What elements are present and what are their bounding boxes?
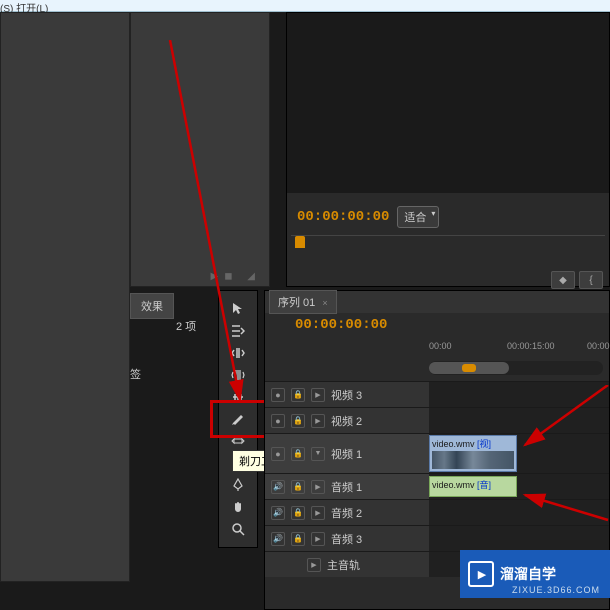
track-body[interactable] <box>429 526 609 551</box>
expand-icon[interactable] <box>311 388 325 402</box>
items-count: 2 项 <box>176 318 196 334</box>
timeline-ruler[interactable]: 00:00 00:00:15:00 00:00:30:00 <box>429 341 609 357</box>
track-row: 视频 3 <box>265 381 609 407</box>
eye-icon[interactable] <box>271 414 285 428</box>
track-label: 音频 1 <box>331 479 423 495</box>
sequence-tab[interactable]: 序列 01 × <box>269 290 337 314</box>
timeline-timecode[interactable]: 00:00:00:00 <box>295 317 387 333</box>
track-body[interactable]: video.wmv [音] <box>429 474 609 499</box>
track-label: 视频 1 <box>331 446 423 462</box>
collapse-icon[interactable] <box>311 447 325 461</box>
zoom-tool[interactable] <box>228 519 248 539</box>
watermark: 溜溜自学 ZIXUE.3D66.COM <box>460 550 610 598</box>
lock-icon[interactable] <box>291 532 305 546</box>
program-monitor: 00:00:00:00 适合 ◆ { <box>286 12 610 287</box>
track-row: 音频 1 video.wmv [音] <box>265 473 609 499</box>
effects-tab[interactable]: 效果 <box>130 293 174 319</box>
panel-footer-icons: ▶◼ ◢ <box>211 271 261 282</box>
track-row: 音频 2 <box>265 499 609 525</box>
track-body[interactable]: video.wmv [视] <box>429 434 609 473</box>
expand-icon[interactable] <box>311 414 325 428</box>
rolling-edit-tool[interactable] <box>228 365 248 385</box>
lock-icon[interactable] <box>291 414 305 428</box>
left-panel <box>0 12 130 582</box>
track-body[interactable] <box>429 408 609 433</box>
lock-icon[interactable] <box>291 480 305 494</box>
track-label: 主音轨 <box>327 557 423 573</box>
watermark-brand: 溜溜自学 <box>500 564 556 584</box>
monitor-ruler[interactable] <box>291 235 605 255</box>
track-label: 视频 3 <box>331 387 423 403</box>
lock-icon[interactable] <box>291 506 305 520</box>
clip-thumbnail <box>432 451 514 469</box>
browser-topbar: (S) 打开(L) <box>0 0 610 12</box>
lock-icon[interactable] <box>291 447 305 461</box>
eye-icon[interactable] <box>271 447 285 461</box>
slip-tool[interactable] <box>228 431 248 451</box>
track-row: 视频 2 <box>265 407 609 433</box>
audio-clip[interactable]: video.wmv [音] <box>429 476 517 497</box>
hand-tool[interactable] <box>228 497 248 517</box>
track-select-tool[interactable] <box>228 321 248 341</box>
marker-button[interactable]: ◆ <box>551 271 575 289</box>
monitor-canvas <box>287 13 609 193</box>
expand-icon[interactable] <box>307 558 321 572</box>
play-icon <box>468 561 494 587</box>
close-icon[interactable]: × <box>322 298 327 308</box>
track-row: 音频 3 <box>265 525 609 551</box>
track-label: 视频 2 <box>331 413 423 429</box>
eye-icon[interactable] <box>271 388 285 402</box>
tools-panel <box>218 290 258 548</box>
monitor-timecode[interactable]: 00:00:00:00 <box>297 209 389 225</box>
track-body[interactable] <box>429 382 609 407</box>
selection-tool[interactable] <box>228 299 248 319</box>
track-label: 音频 3 <box>331 531 423 547</box>
speaker-icon[interactable] <box>271 506 285 520</box>
ruler-tick: 00:00:15:00 <box>507 341 555 351</box>
ruler-tick: 00:00 <box>429 341 452 351</box>
expand-icon[interactable] <box>311 480 325 494</box>
ruler-tick: 00:00:30:00 <box>587 341 610 351</box>
zoom-dropdown[interactable]: 适合 <box>397 206 439 228</box>
speaker-icon[interactable] <box>271 480 285 494</box>
track-row: 视频 1 video.wmv [视] <box>265 433 609 473</box>
tag-label: 签 <box>130 366 141 382</box>
monitor-playhead[interactable] <box>295 236 305 248</box>
watermark-url: ZIXUE.3D66.COM <box>512 585 600 595</box>
bracket-button[interactable]: { <box>579 271 603 289</box>
grip-icon <box>462 364 476 372</box>
lock-icon[interactable] <box>291 388 305 402</box>
razor-tool[interactable] <box>228 409 248 429</box>
ripple-edit-tool[interactable] <box>228 343 248 363</box>
track-label: 音频 2 <box>331 505 423 521</box>
video-clip[interactable]: video.wmv [视] <box>429 435 517 472</box>
expand-icon[interactable] <box>311 506 325 520</box>
project-panel: ▶◼ ◢ <box>130 12 270 287</box>
pen-tool[interactable] <box>228 475 248 495</box>
sequence-tab-label: 序列 01 <box>278 297 315 309</box>
scrollbar-thumb[interactable] <box>429 362 509 374</box>
speaker-icon[interactable] <box>271 532 285 546</box>
timeline-zoom-scrollbar[interactable] <box>429 361 603 375</box>
expand-icon[interactable] <box>311 532 325 546</box>
track-body[interactable] <box>429 500 609 525</box>
rate-stretch-tool[interactable] <box>228 387 248 407</box>
timeline-tabs: 序列 01 × <box>265 291 609 313</box>
